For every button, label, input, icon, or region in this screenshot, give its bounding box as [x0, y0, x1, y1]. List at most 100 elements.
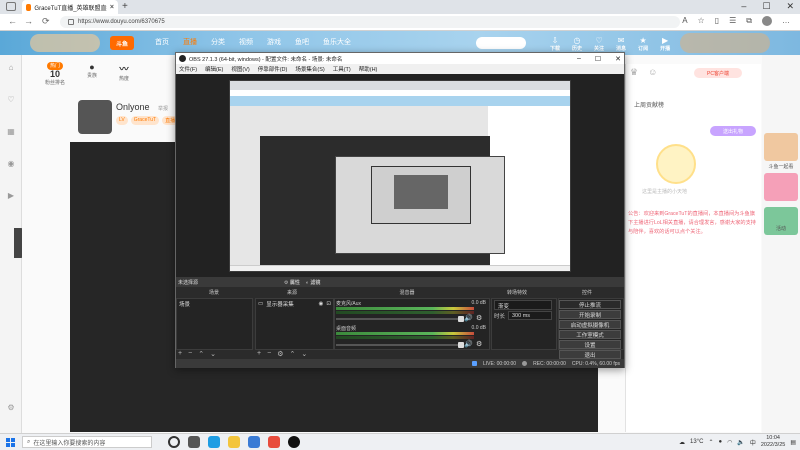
menu-item[interactable]: 视图(V) [231, 65, 249, 73]
source-down-icon[interactable]: ⌄ [301, 350, 307, 359]
browser-tab[interactable]: GraceTuT直播_英雄联盟直播_斗鱼 × [22, 0, 118, 14]
close-window-icon[interactable]: ✕ [786, 1, 794, 12]
filters-button[interactable]: ◐ 滤镜 [306, 279, 320, 286]
rail-settings-icon[interactable]: ⚙ [2, 403, 20, 412]
obs-taskbar-icon[interactable] [288, 436, 300, 448]
add-source-icon[interactable]: + [257, 350, 261, 359]
favorites-icon[interactable]: ☰ [729, 16, 736, 26]
app-icon[interactable] [268, 436, 280, 448]
douyu-search-input[interactable] [476, 37, 526, 49]
menu-item[interactable]: 工具(T) [333, 65, 351, 73]
menu-item[interactable]: 场景集合(S) [295, 65, 324, 73]
rail-game-icon[interactable]: ◉ [2, 159, 20, 168]
nav-item-active[interactable]: 直播 [183, 37, 197, 47]
douyu-logo[interactable]: 斗鱼 [110, 36, 134, 50]
nav-item[interactable]: 鱼吧 [295, 37, 309, 47]
desktop-settings-icon[interactable]: ⚙ [476, 340, 482, 348]
nav-item[interactable]: 游戏 [267, 37, 281, 47]
file-explorer-icon[interactable] [228, 436, 240, 448]
pc-client-button[interactable]: PC客户端 [694, 68, 742, 78]
exit-button[interactable]: 退出 [559, 350, 621, 359]
obs-maximize-icon[interactable]: ☐ [595, 55, 601, 63]
maximize-icon[interactable]: ☐ [762, 1, 770, 12]
new-tab-icon[interactable]: + [122, 1, 128, 12]
menu-item[interactable]: 编辑(E) [205, 65, 223, 73]
mic-speaker-icon[interactable]: 🔊 [464, 314, 473, 322]
source-up-icon[interactable]: ⌃ [289, 350, 295, 359]
mic-volume-slider[interactable] [336, 316, 464, 322]
streamer-avatar[interactable] [78, 100, 112, 134]
obs-preview-canvas[interactable] [229, 80, 571, 272]
minimize-icon[interactable]: – [741, 1, 746, 12]
rail-category-icon[interactable]: ▦ [2, 127, 20, 136]
report-link[interactable]: 举报 [158, 106, 168, 112]
profile-avatar[interactable] [762, 16, 772, 26]
obs-close-icon[interactable]: ✕ [615, 55, 621, 63]
header-icon-subscribe[interactable]: ★ 订阅 [638, 36, 648, 52]
menu-item[interactable]: 帮助(H) [359, 65, 378, 73]
stop-streaming-button[interactable]: 停止推流 [559, 300, 621, 309]
source-item[interactable]: ▭ 显示器采集 ◉ ⊡ [256, 299, 333, 309]
back-icon[interactable]: ← [8, 16, 17, 26]
duration-input[interactable]: 300 ms [508, 311, 552, 320]
cortana-icon[interactable] [168, 436, 180, 448]
rail-video-icon[interactable]: ▶ [2, 191, 20, 200]
mic-settings-icon[interactable]: ⚙ [476, 314, 482, 322]
settings-button[interactable]: 设置 [559, 340, 621, 349]
ime-icon[interactable]: 中 [750, 438, 756, 447]
promo-card[interactable] [764, 173, 798, 201]
tag[interactable]: LV [116, 116, 128, 125]
desktop-speaker-icon[interactable]: 🔊 [464, 340, 473, 348]
favorites-star-icon[interactable]: ☆ [698, 16, 705, 26]
virtual-camera-button[interactable]: 启动虚拟摄像机 [559, 320, 621, 329]
collections-icon[interactable]: ⧉ [746, 16, 752, 26]
visibility-eye-icon[interactable]: ◉ [319, 301, 324, 307]
scene-down-icon[interactable]: ⌄ [210, 350, 216, 359]
tag[interactable]: GraceTuT [130, 116, 160, 125]
edge-icon[interactable] [208, 436, 220, 448]
nav-item[interactable]: 分类 [211, 37, 225, 47]
more-menu-icon[interactable]: … [782, 16, 790, 26]
transition-select[interactable]: 渐变 [494, 300, 552, 310]
forward-icon[interactable]: → [24, 16, 33, 26]
start-recording-button[interactable]: 开始录制 [559, 310, 621, 319]
studio-mode-button[interactable]: 工作室模式 [559, 330, 621, 339]
tab-actions-icon[interactable] [6, 2, 16, 11]
scene-item[interactable]: 场景 [177, 299, 252, 309]
nav-item[interactable]: 鱼乐大全 [323, 37, 351, 47]
header-icon-history[interactable]: ◷ 历史 [572, 36, 582, 52]
obs-minimize-icon[interactable]: – [577, 55, 581, 63]
close-tab-icon[interactable]: × [110, 4, 114, 11]
remove-source-icon[interactable]: − [267, 350, 271, 359]
gift-button[interactable]: 送出礼物 [710, 126, 756, 136]
panel-fans-icon[interactable]: ☺ [648, 67, 657, 78]
network-icon[interactable]: ◠ [727, 439, 732, 446]
rail-follow-icon[interactable]: ♡ [2, 95, 20, 104]
remove-scene-icon[interactable]: − [188, 350, 192, 359]
volume-icon[interactable]: 🔈 [737, 439, 744, 446]
nav-item[interactable]: 首页 [155, 37, 169, 47]
header-icon-broadcast[interactable]: ▶ 开播 [660, 36, 670, 52]
panel-rank-icon[interactable]: ♛ [630, 67, 638, 78]
scene-up-icon[interactable]: ⌃ [198, 350, 204, 359]
notification-icon[interactable]: ▤ [790, 439, 796, 446]
menu-item[interactable]: 停靠部件(D) [258, 65, 288, 73]
desktop-volume-slider[interactable] [336, 342, 464, 348]
stat-heat[interactable]: 〰热度 [119, 62, 129, 86]
tray-expand-icon[interactable]: ⌃ [708, 439, 713, 446]
promo-card[interactable] [764, 133, 798, 161]
refresh-icon[interactable]: ⟳ [42, 16, 50, 27]
clock[interactable]: 10:04 2022/3/25 [761, 435, 785, 449]
streamer-name[interactable]: Onlyone [116, 102, 150, 112]
nav-item[interactable]: 视频 [239, 37, 253, 47]
lock-toggle-icon[interactable]: ⊡ [326, 301, 331, 307]
start-windows-icon[interactable] [6, 438, 15, 447]
url-field[interactable]: https://www.douyu.com/6370675 [60, 16, 680, 28]
store-icon[interactable] [248, 436, 260, 448]
split-screen-icon[interactable]: ▯ [715, 16, 719, 26]
menu-item[interactable]: 文件(F) [179, 65, 197, 73]
stat-noble[interactable]: ● 贵族 [87, 62, 97, 86]
taskbar-search[interactable]: ⌕ 在这里输入你要搜索的内容 [22, 436, 152, 448]
properties-button[interactable]: ⚙ 属性 [284, 279, 300, 286]
weather-icon[interactable]: ☁ [679, 439, 685, 446]
